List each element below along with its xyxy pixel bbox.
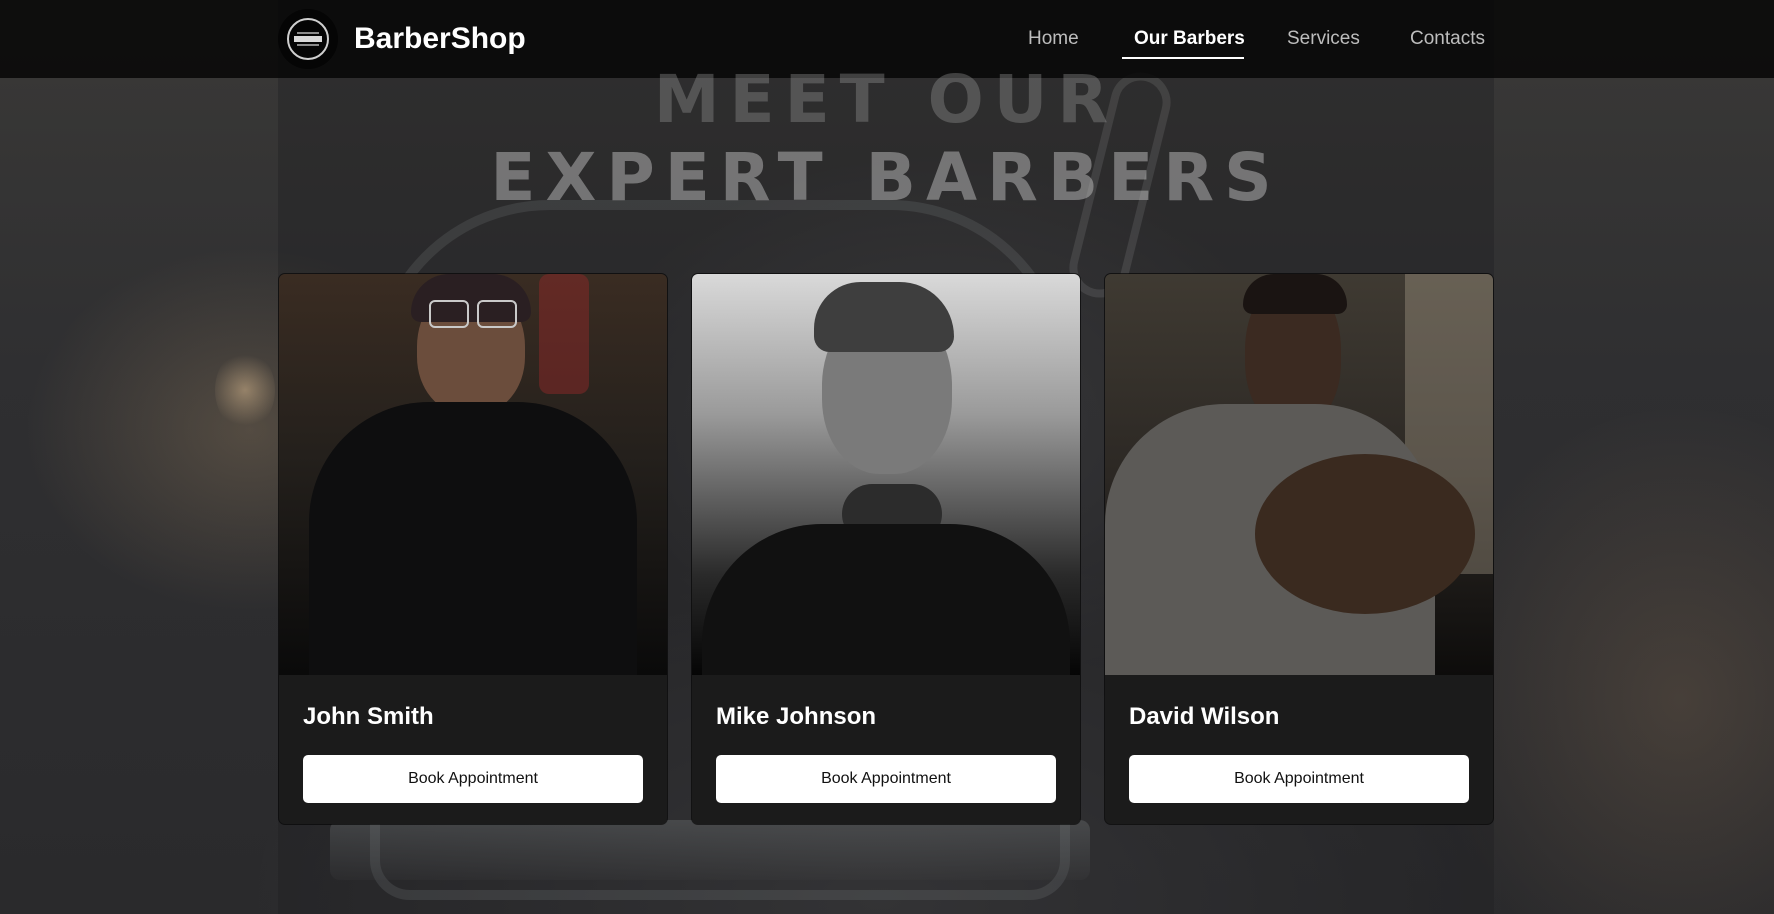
brand-name[interactable]: BarberShop: [354, 20, 526, 58]
nav-our-barbers[interactable]: Our Barbers: [1134, 26, 1245, 52]
barber-photo: [692, 274, 1080, 675]
hero-title-line-1: MEET OUR: [653, 61, 1119, 138]
nav-home[interactable]: Home: [1028, 26, 1079, 52]
barber-photo: [1105, 274, 1493, 675]
nav-contacts[interactable]: Contacts: [1410, 26, 1485, 52]
background-lamp: [215, 350, 275, 430]
hero-title-line-2: EXPERT BARBERS: [490, 139, 1282, 216]
logo-emblem: [287, 18, 329, 60]
barber-name: John Smith: [303, 703, 434, 730]
barber-card: John Smith Book Appointment: [279, 274, 667, 824]
barber-name: David Wilson: [1129, 703, 1280, 730]
barber-photo: [279, 274, 667, 675]
logo-mustache-icon: [294, 32, 322, 46]
book-appointment-button[interactable]: Book Appointment: [716, 755, 1056, 803]
book-appointment-button[interactable]: Book Appointment: [303, 755, 643, 803]
barber-card: Mike Johnson Book Appointment: [692, 274, 1080, 824]
nav-active-underline: [1122, 57, 1244, 59]
nav-services[interactable]: Services: [1287, 26, 1360, 52]
barber-card: David Wilson Book Appointment: [1105, 274, 1493, 824]
barber-name: Mike Johnson: [716, 703, 877, 730]
book-appointment-button[interactable]: Book Appointment: [1129, 755, 1469, 803]
page-background: BarberShop Home Our Barbers Services Con…: [0, 0, 1774, 914]
